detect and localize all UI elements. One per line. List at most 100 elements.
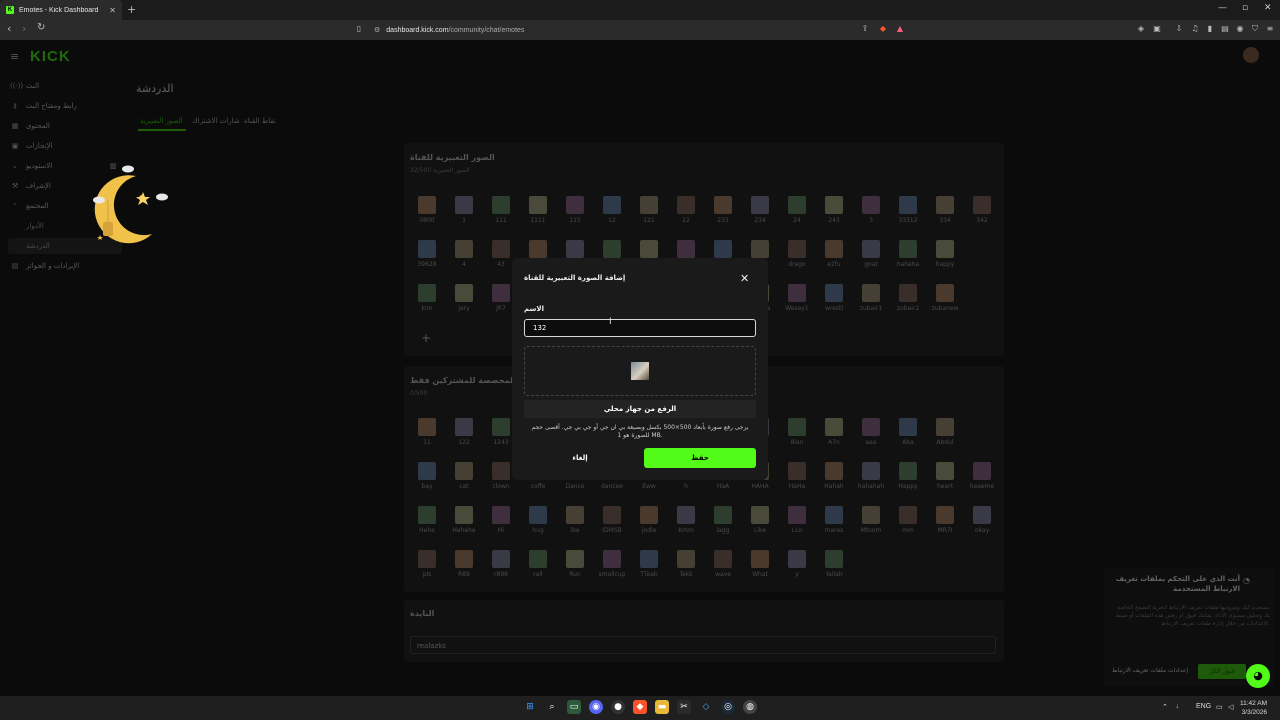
windows-start-icon[interactable]: ⊞	[523, 700, 537, 714]
steam-icon[interactable]: ◎	[721, 700, 735, 714]
upload-local-button[interactable]: الرفع من جهاز محلي	[524, 400, 756, 418]
close-window-button[interactable]: ✕	[1264, 3, 1272, 13]
brave-shield-icon[interactable]: ◆	[878, 24, 888, 34]
emote-item[interactable]: IDMSB	[597, 506, 627, 534]
close-icon[interactable]: ✕	[740, 272, 749, 285]
emote-item[interactable]: e2fu	[819, 240, 849, 268]
emote-item[interactable]: 334	[930, 196, 960, 224]
capcut-icon[interactable]: ✂	[677, 700, 691, 714]
taskbar-clock[interactable]: 11:42 AM 3/3/2026	[1240, 699, 1267, 717]
emote-item[interactable]: MR7I	[930, 506, 960, 534]
emote-item[interactable]: 233	[708, 196, 738, 224]
emote-item[interactable]: jery	[449, 284, 479, 312]
browser-tab[interactable]: K Emotes - Kick Dashboard ✕	[0, 0, 122, 20]
emote-item[interactable]: happy	[930, 240, 960, 268]
emote-item[interactable]: 24	[782, 196, 812, 224]
emote-item[interactable]: pls	[412, 550, 442, 578]
sidebar-item-achievements[interactable]: ▣ الإنجازات	[10, 139, 120, 153]
emote-item[interactable]: 342	[967, 196, 997, 224]
app-icon[interactable]: ●	[611, 700, 625, 714]
emote-item[interactable]: Wesay1	[782, 284, 812, 312]
emote-item[interactable]: aaa	[856, 418, 886, 446]
emote-item[interactable]: 243	[819, 196, 849, 224]
bookmark-icon[interactable]: ▯	[354, 24, 364, 34]
cancel-button[interactable]: إلغاء	[524, 448, 636, 468]
discord-icon[interactable]: ◉	[589, 700, 603, 714]
emote-item[interactable]: Takk	[671, 550, 701, 578]
emote-item[interactable]: 121	[634, 196, 664, 224]
emote-item[interactable]: 115	[560, 196, 590, 224]
emote-item[interactable]: 1	[449, 196, 479, 224]
emote-item[interactable]: Kmm	[671, 506, 701, 534]
sidebar-item-revenue[interactable]: ▤ الإيرادات و الجوائز	[10, 259, 120, 273]
emote-item[interactable]: Mtoom	[856, 506, 886, 534]
tray-chevron-icon[interactable]: ⌃	[1162, 703, 1168, 711]
emote-item[interactable]: lagg	[708, 506, 738, 534]
sidebar-item-content[interactable]: ▦ المحتوى	[10, 119, 120, 133]
close-tab-icon[interactable]: ✕	[109, 6, 116, 15]
download-icon[interactable]: ⇩	[1174, 24, 1184, 34]
emote-item[interactable]: hug	[523, 506, 553, 534]
emote-item[interactable]: R89	[449, 550, 479, 578]
emote-item[interactable]: cat	[449, 462, 479, 490]
minimize-button[interactable]: —	[1218, 3, 1227, 13]
emote-item[interactable]: smallcup	[597, 550, 627, 578]
sidebar-toggle-icon[interactable]: ▮	[1205, 24, 1215, 34]
emote-item[interactable]: Hahah	[819, 462, 849, 490]
microphone-icon[interactable]: ♩	[1176, 703, 1183, 710]
sidebar-subitem-roles[interactable]: الأدوار	[26, 222, 44, 230]
emote-item[interactable]: r898	[486, 550, 516, 578]
emote-item[interactable]: hahaha	[893, 240, 923, 268]
forward-button[interactable]: ›	[22, 22, 26, 35]
user-avatar[interactable]	[1243, 47, 1259, 63]
file-explorer-icon[interactable]: ▬	[655, 700, 669, 714]
obs-icon[interactable]: ◍	[743, 700, 757, 714]
emote-item[interactable]: y	[782, 550, 812, 578]
tab-channel-points[interactable]: نقاط القناة	[244, 117, 276, 125]
support-chat-icon[interactable]: ◕	[1246, 664, 1270, 688]
emote-item[interactable]: wrestl	[819, 284, 849, 312]
emote-item[interactable]: Hehehe	[449, 506, 479, 534]
reload-button[interactable]: ↻	[37, 22, 45, 33]
emote-item[interactable]: Run	[560, 550, 590, 578]
terminal-icon[interactable]: ▭	[567, 700, 581, 714]
emote-item[interactable]: 11	[412, 418, 442, 446]
cookie-settings-link[interactable]: إعدادات ملفات تعريف الارتباط	[1112, 667, 1188, 674]
emote-item[interactable]: 122	[449, 418, 479, 446]
emote-item[interactable]: heaeme	[967, 462, 997, 490]
emote-item[interactable]: hahahah	[856, 462, 886, 490]
emote-item[interactable]: kim	[412, 284, 442, 312]
emote-item[interactable]: Abdul	[930, 418, 960, 446]
brave-browser-icon[interactable]: ◆	[633, 700, 647, 714]
bio-input[interactable]: realazks	[410, 636, 996, 654]
language-indicator[interactable]: ENG	[1196, 703, 1211, 710]
volume-icon[interactable]: ◁	[1228, 703, 1233, 711]
search-icon[interactable]: ⌕	[545, 700, 559, 714]
emote-item[interactable]: Hehe	[412, 506, 442, 534]
app-diamond-icon[interactable]: ◇	[699, 700, 713, 714]
cookie-accept-button[interactable]: قبول الكل	[1198, 664, 1246, 679]
wallet-icon[interactable]: ▣	[1152, 24, 1162, 34]
emote-item[interactable]: Like	[745, 506, 775, 534]
emote-item[interactable]: ibe	[560, 506, 590, 534]
tab-manager-icon[interactable]: ▤	[1220, 24, 1230, 34]
kick-logo[interactable]: KICK	[30, 48, 71, 65]
name-input[interactable]	[524, 319, 756, 337]
emote-item[interactable]: zubair2	[893, 284, 923, 312]
emote-item[interactable]: 1111	[523, 196, 553, 224]
new-tab-button[interactable]: +	[127, 3, 136, 16]
emote-item[interactable]: Happy	[893, 462, 923, 490]
save-button[interactable]: حفظ	[644, 448, 756, 468]
emote-item[interactable]: LLo	[782, 506, 812, 534]
emote-item[interactable]: okay	[967, 506, 997, 534]
media-icon[interactable]: ♫	[1190, 24, 1200, 34]
tab-sub-badges[interactable]: شارات الاشتراك	[192, 117, 240, 125]
emote-item[interactable]: TTeah	[634, 550, 664, 578]
emote-item[interactable]: Yallah	[819, 550, 849, 578]
emote-item[interactable]: zubanew	[930, 284, 960, 312]
emote-item[interactable]: 12	[597, 196, 627, 224]
emote-item[interactable]: heart	[930, 462, 960, 490]
menu-icon[interactable]: ≡	[1265, 24, 1275, 34]
back-button[interactable]: ‹	[7, 22, 11, 35]
share-icon[interactable]: ⇪	[860, 24, 870, 34]
